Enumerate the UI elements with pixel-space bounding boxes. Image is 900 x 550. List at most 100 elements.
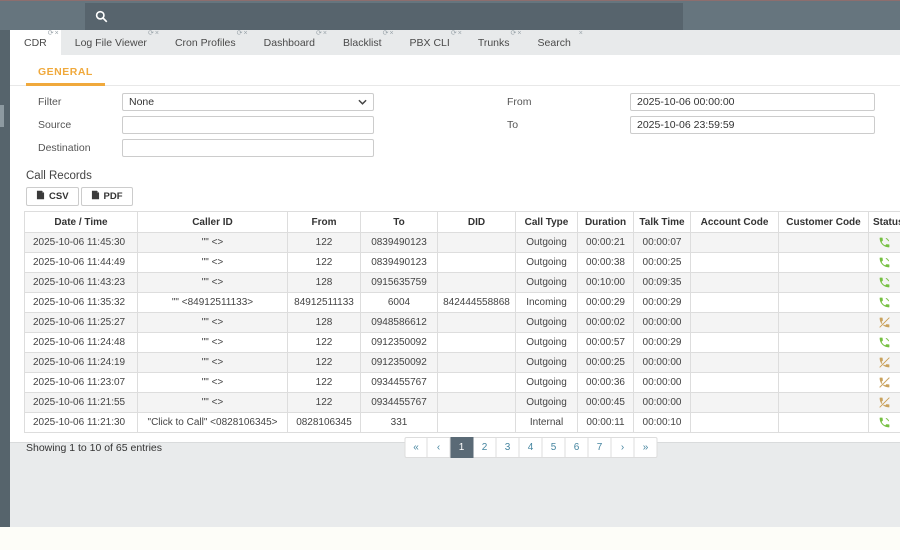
page-button-›[interactable]: › <box>611 437 635 458</box>
table-row[interactable]: 2025-10-06 11:25:27 "" <> 128 0948586612 Out… <box>24 312 900 333</box>
page-button-7[interactable]: 7 <box>588 437 612 458</box>
file-export-icon <box>91 190 100 203</box>
answered-call-icon[interactable] <box>868 412 900 433</box>
from-label: From <box>507 96 532 108</box>
filter-select[interactable]: None <box>122 93 374 111</box>
cell-to: 0912350092 <box>360 332 438 353</box>
cell-did <box>437 232 516 253</box>
tab-pbx-cli[interactable]: ⟳ × PBX CLI <box>396 30 464 55</box>
source-input[interactable] <box>122 116 374 134</box>
export-pdf-button[interactable]: PDF <box>80 187 133 206</box>
cell-account-code <box>690 312 779 333</box>
destination-label: Destination <box>38 142 91 154</box>
tab-refresh-icon[interactable]: ⟳ <box>383 30 389 38</box>
cell-caller-id: "" <> <box>137 312 288 333</box>
tab-blacklist[interactable]: ⟳ × Blacklist <box>329 30 396 55</box>
cell-from: 84912511133 <box>287 292 361 313</box>
tab-close-icon[interactable]: × <box>517 30 521 38</box>
column-header-caller-id: Caller ID <box>137 211 288 233</box>
tab-refresh-icon[interactable]: ⟳ <box>148 30 154 38</box>
cell-duration: 00:00:29 <box>577 292 634 313</box>
table-row[interactable]: 2025-10-06 11:23:07 "" <> 122 0934455767 Out… <box>24 372 900 393</box>
answered-call-icon[interactable] <box>868 232 900 253</box>
missed-call-icon[interactable] <box>868 372 900 393</box>
table-row[interactable]: 2025-10-06 11:21:55 "" <> 122 0934455767 Out… <box>24 392 900 413</box>
tab-search[interactable]: × Search <box>524 30 585 55</box>
cell-talk-time: 00:00:07 <box>633 232 691 253</box>
page-button-6[interactable]: 6 <box>565 437 589 458</box>
answered-call-icon[interactable] <box>868 272 900 293</box>
cell-caller-id: "" <> <box>137 252 288 273</box>
page-button-»[interactable]: » <box>634 437 658 458</box>
tab-close-icon[interactable]: × <box>323 30 327 38</box>
tab-cdr[interactable]: ⟳ × CDR <box>10 30 61 55</box>
tab-close-icon[interactable]: × <box>55 30 59 38</box>
tab-label: Cron Profiles <box>174 36 236 49</box>
tab-refresh-icon[interactable]: ⟳ <box>316 30 322 38</box>
missed-call-icon[interactable] <box>868 352 900 373</box>
answered-call-icon[interactable] <box>868 252 900 273</box>
table-row[interactable]: 2025-10-06 11:21:30 "Click to Call" <0828… <box>24 412 900 433</box>
to-label: To <box>507 119 519 131</box>
tab-trunks[interactable]: ⟳ × Trunks <box>464 30 524 55</box>
cell-from: 122 <box>287 332 361 353</box>
answered-call-icon[interactable] <box>868 332 900 353</box>
tab-refresh-icon[interactable]: ⟳ <box>48 30 54 38</box>
tab-refresh-icon[interactable]: ⟳ <box>451 30 457 38</box>
table-row[interactable]: 2025-10-06 11:35:32 "" <84912511133> 84912… <box>24 292 900 313</box>
content-panel: GENERAL Filter None From Source To Desti… <box>10 55 900 458</box>
page-button-1[interactable]: 1 <box>450 437 474 458</box>
filter-select-value: None <box>129 96 155 108</box>
tab-label: Log File Viewer <box>74 36 147 49</box>
table-footer: Showing 1 to 10 of 65 entries «‹ 1 2 3 4 5 6 7 ›… <box>10 437 900 467</box>
global-search[interactable] <box>85 3 683 30</box>
export-csv-button[interactable]: CSV <box>26 187 79 206</box>
page-button-4[interactable]: 4 <box>519 437 543 458</box>
search-input[interactable] <box>108 3 683 30</box>
table-row[interactable]: 2025-10-06 11:45:30 "" <> 122 0839490123 Out… <box>24 232 900 253</box>
cell-from: 128 <box>287 312 361 333</box>
tab-close-icon[interactable]: × <box>389 30 393 38</box>
tab-close-icon[interactable]: × <box>458 30 462 38</box>
topbar <box>0 0 900 30</box>
tab-refresh-icon[interactable]: ⟳ <box>237 30 243 38</box>
collapsed-sidebar[interactable] <box>0 30 10 527</box>
cell-duration: 00:00:02 <box>577 312 634 333</box>
source-label: Source <box>38 119 72 131</box>
cell-did <box>437 392 516 413</box>
cell-call-type: Outgoing <box>515 272 578 293</box>
answered-call-icon[interactable] <box>868 292 900 313</box>
cell-date-time: 2025-10-06 11:21:30 <box>24 412 138 433</box>
tab-close-icon[interactable]: × <box>579 30 583 38</box>
page-button-3[interactable]: 3 <box>496 437 520 458</box>
tab-log-file-viewer[interactable]: ⟳ × Log File Viewer <box>61 30 161 55</box>
column-header-customer-code: Customer Code <box>778 211 869 233</box>
to-date-input[interactable] <box>630 116 875 134</box>
sidebar-handle[interactable] <box>0 105 4 127</box>
tab-close-icon[interactable]: × <box>155 30 159 38</box>
page-button-‹[interactable]: ‹ <box>427 437 451 458</box>
table-row[interactable]: 2025-10-06 11:44:49 "" <> 122 0839490123 Out… <box>24 252 900 273</box>
tab-refresh-icon[interactable]: ⟳ <box>511 30 517 38</box>
cell-customer-code <box>778 232 869 253</box>
tab-general[interactable]: GENERAL <box>26 60 105 86</box>
table-row[interactable]: 2025-10-06 11:24:48 "" <> 122 0912350092 Out… <box>24 332 900 353</box>
page-button-5[interactable]: 5 <box>542 437 566 458</box>
tab-dashboard[interactable]: ⟳ × Dashboard <box>250 30 329 55</box>
cell-account-code <box>690 352 779 373</box>
tab-cron-profiles[interactable]: ⟳ × Cron Profiles <box>161 30 250 55</box>
page-button-«[interactable]: « <box>404 437 428 458</box>
from-date-input[interactable] <box>630 93 875 111</box>
cell-account-code <box>690 392 779 413</box>
cell-call-type: Outgoing <box>515 352 578 373</box>
cell-from: 122 <box>287 252 361 273</box>
missed-call-icon[interactable] <box>868 392 900 413</box>
tab-label: Search <box>537 36 571 49</box>
destination-input[interactable] <box>122 139 374 157</box>
table-row[interactable]: 2025-10-06 11:24:19 "" <> 122 0912350092 Out… <box>24 352 900 373</box>
tab-close-icon[interactable]: × <box>244 30 248 38</box>
table-row[interactable]: 2025-10-06 11:43:23 "" <> 128 0915635759 Out… <box>24 272 900 293</box>
page-button-2[interactable]: 2 <box>473 437 497 458</box>
cell-to: 0912350092 <box>360 352 438 373</box>
missed-call-icon[interactable] <box>868 312 900 333</box>
